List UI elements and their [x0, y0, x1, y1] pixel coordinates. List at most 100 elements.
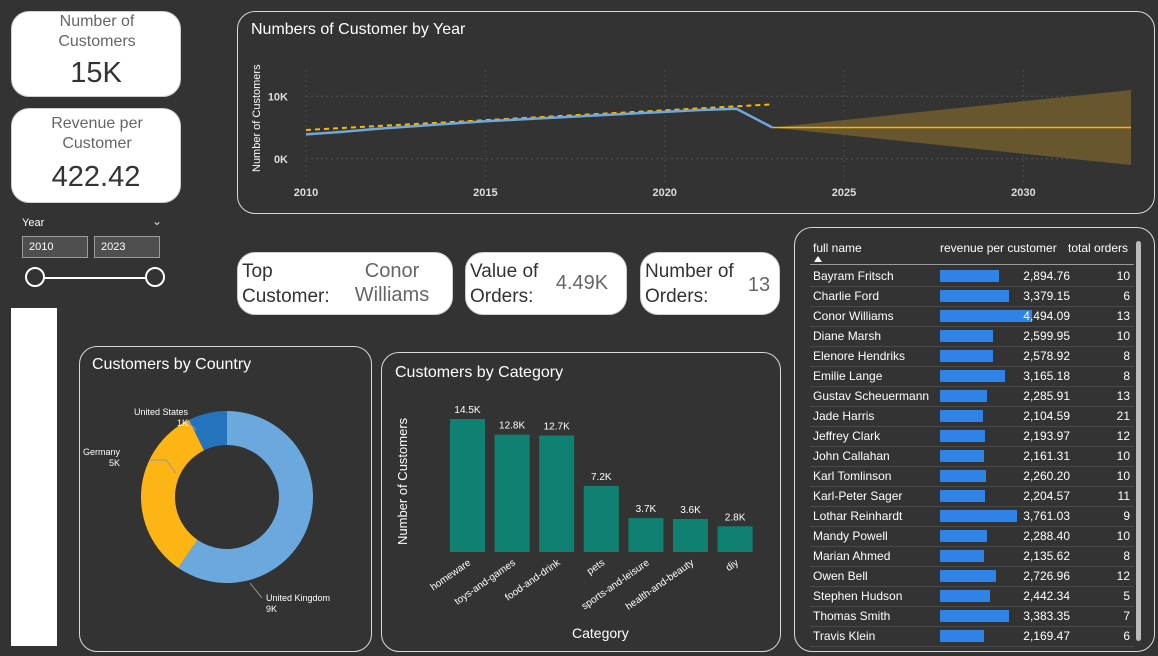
cell-revenue: 2,169.47 — [1023, 629, 1070, 643]
donut-label: United States — [134, 407, 189, 417]
cell-revenue: 2,894.76 — [1023, 269, 1070, 283]
cell-revenue: 2,578.92 — [1023, 349, 1070, 363]
table-row[interactable]: Karl-Peter Sager 2,204.57 11 — [810, 486, 1134, 507]
bar-health-and-beauty[interactable] — [673, 518, 708, 552]
top-customer-label-1: Top — [242, 261, 273, 282]
value-orders-label-1: Value of — [470, 261, 539, 282]
top-customer-name-1: Conor — [364, 260, 420, 282]
value-orders-value: 4.49K — [555, 272, 609, 294]
cell-orders: 13 — [1116, 389, 1130, 403]
revenue-kpi-label: Revenue per Customer — [51, 115, 143, 152]
table-row[interactable]: Travis Klein 2,169.47 6 — [810, 626, 1134, 647]
cell-orders: 8 — [1123, 349, 1130, 363]
table-row[interactable]: Mandy Powell 2,288.40 10 — [810, 526, 1134, 547]
table-row[interactable]: Diane Marsh 2,599.95 10 — [810, 326, 1134, 347]
cell-full-name: Lothar Reinhardt — [813, 509, 903, 523]
table-row[interactable]: Marian Ahmed 2,135.62 8 — [810, 546, 1134, 567]
cell-revenue: 2,442.34 — [1023, 589, 1070, 603]
table-row[interactable]: John Callahan 2,161.31 10 — [810, 446, 1134, 467]
cell-full-name: Emilie Lange — [813, 369, 883, 383]
table-row[interactable]: Lothar Reinhardt 3,761.03 9 — [810, 506, 1134, 527]
table-row[interactable]: Karl Tomlinson 2,260.20 10 — [810, 466, 1134, 487]
cell-orders: 10 — [1116, 329, 1130, 343]
cell-orders: 13 — [1116, 309, 1130, 323]
revenue-databar — [940, 530, 987, 542]
bar-toys-and-games[interactable] — [494, 434, 530, 552]
year-end-input[interactable]: 2023 — [94, 236, 160, 258]
y-tick-label: 10K — [268, 91, 288, 103]
blank-panel — [11, 308, 57, 646]
table-row[interactable]: Charlie Ford 3,379.15 6 — [810, 286, 1134, 307]
cell-full-name: Marian Ahmed — [813, 549, 891, 563]
bar-homeware[interactable] — [450, 419, 485, 552]
year-start-input[interactable]: 2010 — [22, 236, 88, 258]
year-slicer-title: Year — [22, 217, 45, 229]
cell-revenue: 3,165.18 — [1023, 369, 1070, 383]
cell-revenue: 2,135.62 — [1023, 549, 1070, 563]
number-orders-card: Number of Orders: 13 — [640, 252, 780, 315]
table-row[interactable]: Gustav Scheuermann 2,285.91 13 — [810, 386, 1134, 407]
cell-revenue: 4,494.09 — [1023, 309, 1070, 323]
bar-value-label: 12.7K — [544, 422, 570, 433]
bar-pets[interactable] — [583, 485, 619, 552]
top-customer-label-2: Customer: — [242, 286, 330, 307]
cell-full-name: Mandy Powell — [813, 529, 888, 543]
customers-kpi-label: Number of Customers — [58, 13, 136, 50]
cell-full-name: Diane Marsh — [813, 329, 882, 343]
table-row[interactable]: Thomas Smith 3,383.35 7 — [810, 606, 1134, 627]
cell-full-name: Owen Bell — [813, 569, 868, 583]
table-row[interactable]: Owen Bell 2,726.96 12 — [810, 566, 1134, 587]
donut-value-label: 9K — [266, 604, 277, 614]
cell-orders: 21 — [1116, 409, 1130, 423]
bar-value-label: 3.6K — [680, 505, 701, 516]
bar-x-axis-label: Category — [572, 625, 629, 641]
bar-category-label: pets — [585, 557, 607, 577]
table-row[interactable]: Emilie Lange 3,165.18 8 — [810, 366, 1134, 387]
customers-by-country-chart: United Kingdom9K Germany5K United States1K — [83, 407, 330, 614]
year-slider-end-handle[interactable] — [145, 267, 165, 287]
cell-orders: 10 — [1116, 469, 1130, 483]
number-orders-value: 13 — [747, 274, 771, 296]
table-row[interactable]: Conor Williams 4,494.09 13 — [810, 306, 1134, 327]
customers-by-category-card: Customers by Category Number of Customer… — [381, 352, 781, 652]
cell-full-name: Elenore Hendriks — [813, 349, 906, 363]
bar-food-and-drink[interactable] — [539, 435, 575, 552]
bar-sports-and-leisure[interactable] — [628, 518, 664, 552]
cell-orders: 5 — [1123, 589, 1130, 603]
cell-full-name: Bayram Fritsch — [813, 269, 894, 283]
cell-orders: 7 — [1123, 609, 1130, 623]
cell-full-name: Travis Klein — [813, 629, 876, 643]
table-row[interactable]: Elenore Hendriks 2,578.92 8 — [810, 346, 1134, 367]
cell-full-name: Karl-Peter Sager — [813, 489, 903, 503]
header-orders[interactable]: total orders — [1068, 241, 1128, 255]
cell-orders: 10 — [1116, 269, 1130, 283]
cell-orders: 10 — [1116, 529, 1130, 543]
cell-full-name: Thomas Smith — [813, 609, 891, 623]
sort-ascending-icon[interactable] — [814, 256, 822, 262]
revenue-databar — [940, 390, 987, 402]
cell-revenue: 2,161.31 — [1023, 449, 1070, 463]
year-slider-track[interactable] — [34, 277, 156, 279]
cell-revenue: 2,726.96 — [1023, 569, 1070, 583]
header-revenue[interactable]: revenue per customer — [940, 241, 1057, 255]
table-row[interactable]: Bayram Fritsch 2,894.76 10 — [810, 266, 1134, 287]
cell-full-name: Conor Williams — [813, 309, 894, 323]
cell-orders: 10 — [1116, 449, 1130, 463]
customers-kpi-card: Number of Customers 15K — [11, 11, 181, 97]
table-row[interactable]: Jeffrey Clark 2,193.97 12 — [810, 426, 1134, 447]
table-row[interactable]: Stephen Hudson 2,442.34 5 — [810, 586, 1134, 607]
year-slider-start-handle[interactable] — [25, 267, 45, 287]
cell-revenue: 2,193.97 — [1023, 429, 1070, 443]
table-scrollbar[interactable] — [1136, 241, 1141, 641]
cell-orders: 8 — [1123, 549, 1130, 563]
chevron-down-icon[interactable]: ⌄ — [152, 214, 162, 228]
header-full-name[interactable]: full name — [813, 241, 862, 255]
bar-value-label: 2.8K — [725, 512, 746, 523]
customers-by-country-card: Customers by Country United Kingdom 9K Ger… — [79, 346, 372, 652]
revenue-databar — [940, 490, 986, 502]
table-row[interactable]: Jade Harris 2,104.59 21 — [810, 406, 1134, 427]
cell-full-name: Karl Tomlinson — [813, 469, 892, 483]
bar-diy[interactable] — [717, 526, 753, 552]
revenue-kpi-card: Revenue per Customer 422.42 — [11, 108, 181, 203]
cell-full-name: Charlie Ford — [813, 289, 880, 303]
